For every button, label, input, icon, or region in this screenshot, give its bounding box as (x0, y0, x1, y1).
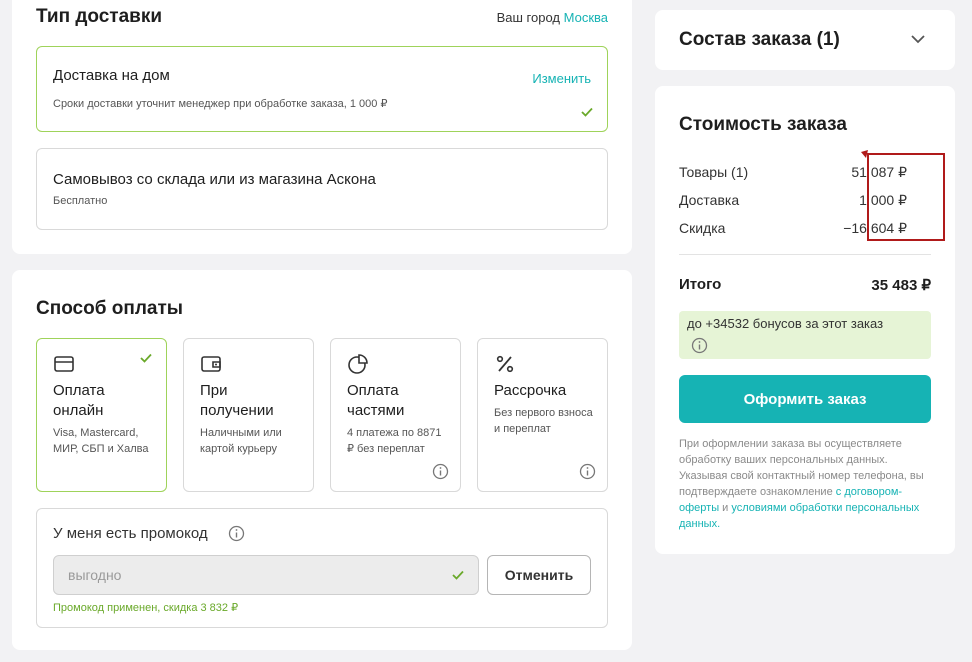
promo-input[interactable] (54, 556, 478, 594)
info-icon[interactable] (579, 463, 596, 480)
bonus-text: до +34532 бонусов за этот заказ (687, 316, 884, 331)
promo-cancel-button[interactable]: Отменить (487, 555, 591, 595)
wallet-icon (201, 356, 221, 372)
payment-option-title: Оплата частями (347, 382, 405, 419)
pie-chart-icon (348, 354, 368, 374)
promo-input-wrapper (53, 555, 479, 595)
payment-option-description: 4 платежа по 8871 ₽ без переплат (347, 427, 442, 455)
payment-option-installments[interactable]: Оплата частями 4 платежа по 8871 ₽ без п… (330, 338, 461, 492)
delivery-option-subtitle: Сроки доставки уточнит менеджер при обра… (53, 98, 388, 110)
card-icon (54, 356, 74, 372)
delivery-option-subtitle: Бесплатно (53, 195, 108, 207)
total-value: 35 483 ₽ (871, 277, 931, 294)
check-icon (452, 570, 464, 580)
check-icon (140, 353, 152, 363)
annotation-highlight-box (867, 153, 945, 241)
disclaimer: При оформлении заказа вы осуществляете о… (679, 436, 939, 532)
payment-option-title: При получении (200, 382, 274, 419)
payment-card: Способ оплаты Оплата онлайн Visa, Master… (12, 270, 632, 650)
chevron-down-icon[interactable] (911, 34, 925, 44)
info-icon[interactable] (432, 463, 449, 480)
percent-icon (496, 355, 514, 373)
divider (679, 254, 931, 255)
city-link[interactable]: Москва (564, 10, 608, 25)
change-delivery-link[interactable]: Изменить (532, 71, 591, 86)
delivery-card: Тип доставки Ваш город Москва Доставка н… (12, 0, 632, 254)
city-row: Ваш город Москва (497, 10, 608, 25)
delivery-option-pickup[interactable]: Самовывоз со склада или из магазина Аско… (36, 148, 608, 230)
payment-option-title: Оплата онлайн (53, 382, 105, 419)
order-composition-card[interactable]: Состав заказа (1) (655, 10, 955, 70)
total-row: Итого 35 483 ₽ (679, 276, 931, 294)
order-cost-title: Стоимость заказа (679, 114, 847, 135)
cost-row-label: Доставка (679, 192, 740, 208)
info-icon[interactable] (691, 337, 708, 354)
cost-row-label: Скидка (679, 220, 726, 236)
payment-option-credit[interactable]: Рассрочка Без первого взноса и переплат (477, 338, 608, 492)
payment-title: Способ оплаты (36, 298, 183, 319)
total-label: Итого (679, 276, 722, 293)
disclaimer-end: . (717, 518, 721, 530)
payment-option-on-delivery[interactable]: При получении Наличными или картой курье… (183, 338, 314, 492)
payment-option-description: Наличными или картой курьеру (200, 427, 282, 455)
delivery-title: Тип доставки (36, 6, 163, 27)
delivery-option-home[interactable]: Доставка на дом Сроки доставки уточнит м… (36, 46, 608, 132)
order-composition-title: Состав заказа (1) (679, 29, 840, 50)
bonus-box: до +34532 бонусов за этот заказ (679, 311, 931, 359)
order-cost-card: Стоимость заказа Товары (1) 51 087 ₽ Дос… (655, 86, 955, 554)
annotation-marker (861, 150, 868, 158)
promo-section: У меня есть промокод Отменить Промокод п… (36, 508, 608, 628)
payment-option-description: Без первого взноса и переплат (494, 407, 593, 435)
promo-label: У меня есть промокод (53, 525, 208, 542)
payment-option-online[interactable]: Оплата онлайн Visa, Mastercard, МИР, СБП… (36, 338, 167, 492)
cost-row-label: Товары (1) (679, 164, 749, 180)
checkout-button[interactable]: Оформить заказ (679, 375, 931, 423)
promo-status-note: Промокод применен, скидка 3 832 ₽ (53, 602, 239, 614)
city-label: Ваш город (496, 10, 560, 25)
delivery-option-title: Самовывоз со склада или из магазина Аско… (53, 171, 376, 188)
check-icon (581, 107, 593, 117)
payment-option-title: Рассрочка (494, 382, 567, 399)
info-icon[interactable] (228, 525, 245, 542)
delivery-option-title: Доставка на дом (53, 67, 170, 84)
disclaimer-and: и (719, 502, 732, 514)
payment-option-description: Visa, Mastercard, МИР, СБП и Халва (53, 427, 149, 455)
